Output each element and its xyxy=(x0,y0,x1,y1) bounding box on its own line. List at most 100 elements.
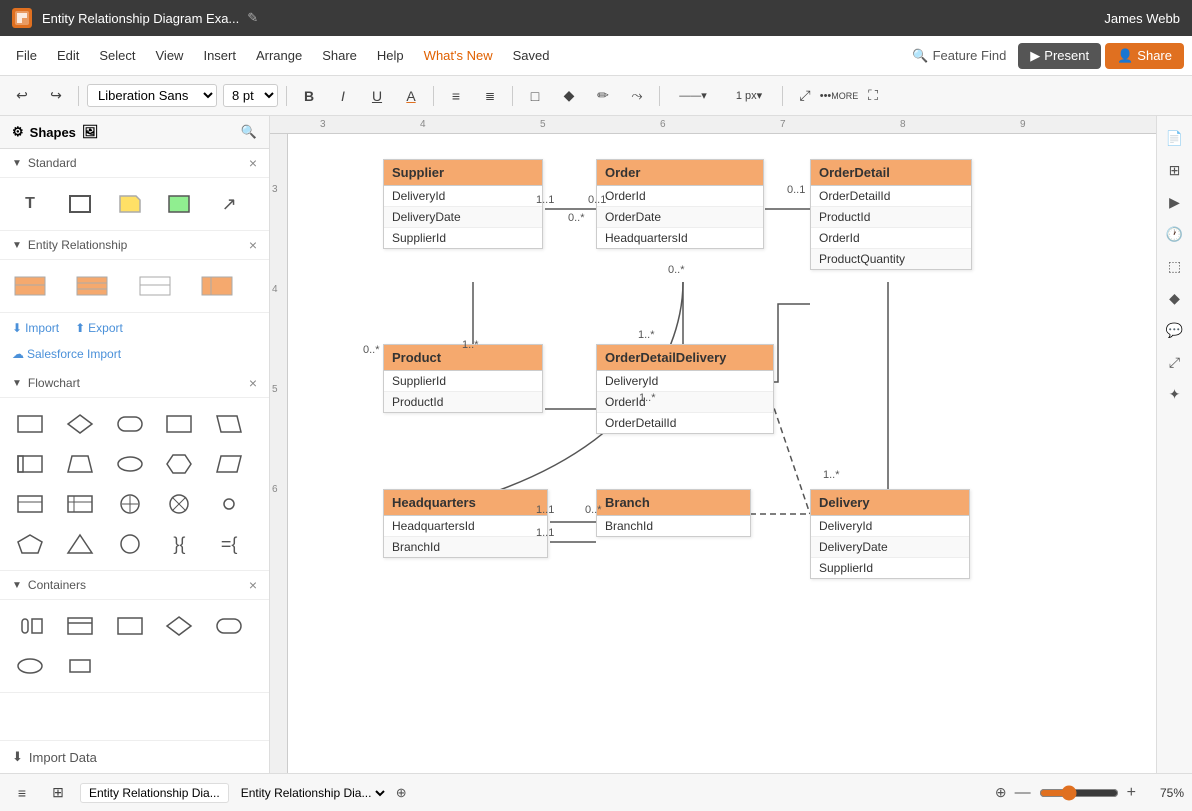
sidebar-image-button[interactable]: 🖼 xyxy=(82,124,99,140)
menu-file[interactable]: File xyxy=(8,44,45,67)
export-link[interactable]: ⬆ Export xyxy=(75,321,123,335)
shape-color-rect[interactable] xyxy=(161,186,197,222)
edit-title-icon[interactable]: ✎ xyxy=(247,10,258,26)
font-size-select[interactable]: 8 pt 10 pt 12 pt xyxy=(223,84,278,107)
diagram-canvas[interactable]: Supplier DeliveryId DeliveryDate Supplie… xyxy=(288,134,1156,773)
menu-share[interactable]: Share xyxy=(314,44,365,67)
salesforce-link[interactable]: ☁ Salesforce Import xyxy=(12,347,257,361)
import-data-row[interactable]: ⬇ Import Data xyxy=(0,740,269,773)
font-family-select[interactable]: Liberation Sans xyxy=(87,84,217,107)
menu-view[interactable]: View xyxy=(148,44,192,67)
section-standard[interactable]: ▼ Standard × xyxy=(0,149,269,178)
right-page-icon[interactable]: 📄 xyxy=(1161,124,1189,152)
fc-rect3[interactable] xyxy=(12,446,48,482)
line-width-select[interactable]: 1 px▾ xyxy=(724,82,774,110)
fc-double[interactable] xyxy=(62,486,98,522)
bold-button[interactable]: B xyxy=(295,82,323,110)
bottom-grid-icon[interactable]: ⊞ xyxy=(44,779,72,807)
fc-rect[interactable] xyxy=(12,406,48,442)
er-shape-4[interactable] xyxy=(199,268,235,304)
shape-style-button[interactable]: □ xyxy=(521,82,549,110)
section-er-close[interactable]: × xyxy=(249,237,257,253)
fc-circle-plus[interactable] xyxy=(112,486,148,522)
section-containers[interactable]: ▼ Containers × xyxy=(0,571,269,600)
right-diamond-icon[interactable]: ◆ xyxy=(1161,284,1189,312)
fc-equals[interactable]: ={ xyxy=(211,526,247,562)
container-band[interactable] xyxy=(62,608,98,644)
share-button[interactable]: 👤 Share xyxy=(1105,43,1184,69)
fc-hex[interactable] xyxy=(161,446,197,482)
entity-orderdetail[interactable]: OrderDetail OrderDetailId ProductId Orde… xyxy=(810,159,972,270)
shape-note[interactable] xyxy=(112,186,148,222)
extra-button[interactable]: ⤢ xyxy=(791,82,819,110)
shape-rect[interactable] xyxy=(62,186,98,222)
fc-diamond[interactable] xyxy=(62,406,98,442)
align-center-button[interactable]: ≣ xyxy=(476,82,504,110)
right-sparkle-icon[interactable]: ✦ xyxy=(1161,380,1189,408)
present-button[interactable]: ▶ Present xyxy=(1018,43,1101,69)
section-standard-close[interactable]: × xyxy=(249,155,257,171)
fc-oval[interactable] xyxy=(112,446,148,482)
fullscreen-button[interactable]: ⛶ xyxy=(859,82,887,110)
menu-whats-new[interactable]: What's New xyxy=(416,44,501,67)
canvas-area[interactable]: 3 4 5 6 7 8 9 3 4 5 6 xyxy=(270,116,1156,773)
fc-triangle[interactable] xyxy=(62,526,98,562)
menu-help[interactable]: Help xyxy=(369,44,412,67)
container-oval[interactable] xyxy=(12,648,48,684)
menu-saved[interactable]: Saved xyxy=(505,44,558,67)
add-page-button[interactable]: ⊕ xyxy=(396,785,407,801)
fc-para2[interactable] xyxy=(211,446,247,482)
fc-parallelogram[interactable] xyxy=(211,406,247,442)
er-shape-1[interactable] xyxy=(12,268,48,304)
fc-circle-x[interactable] xyxy=(161,486,197,522)
fc-curly-open[interactable]: }{ xyxy=(161,526,197,562)
entity-headquarters[interactable]: Headquarters HeadquartersId BranchId xyxy=(383,489,548,558)
font-color-button[interactable]: A xyxy=(397,82,425,110)
undo-button[interactable]: ↩ xyxy=(8,82,36,110)
align-left-button[interactable]: ≡ xyxy=(442,82,470,110)
entity-product[interactable]: Product SupplierId ProductId xyxy=(383,344,543,413)
menu-select[interactable]: Select xyxy=(91,44,143,67)
italic-button[interactable]: I xyxy=(329,82,357,110)
line-color-button[interactable]: ✏ xyxy=(589,82,617,110)
menu-arrange[interactable]: Arrange xyxy=(248,44,310,67)
entity-supplier[interactable]: Supplier DeliveryId DeliveryDate Supplie… xyxy=(383,159,543,249)
right-clock-icon[interactable]: 🕐 xyxy=(1161,220,1189,248)
line-style-select[interactable]: ——▾ xyxy=(668,82,718,110)
section-flowchart[interactable]: ▼ Flowchart × xyxy=(0,369,269,398)
right-layers-icon[interactable]: ⬚ xyxy=(1161,252,1189,280)
right-grid-icon[interactable]: ⊞ xyxy=(1161,156,1189,184)
fc-rect2[interactable] xyxy=(161,406,197,442)
underline-button[interactable]: U xyxy=(363,82,391,110)
section-flowchart-close[interactable]: × xyxy=(249,375,257,391)
page-dropdown[interactable]: Entity Relationship Dia... xyxy=(237,785,388,801)
section-containers-close[interactable]: × xyxy=(249,577,257,593)
container-rect[interactable] xyxy=(112,608,148,644)
container-diamond[interactable] xyxy=(161,608,197,644)
redo-button[interactable]: ↪ xyxy=(42,82,70,110)
connector-button[interactable]: ⤳ xyxy=(623,82,651,110)
zoom-in-button[interactable]: + xyxy=(1123,784,1140,802)
shape-text[interactable]: T xyxy=(12,186,48,222)
container-pill[interactable] xyxy=(12,608,48,644)
fc-trapezoid[interactable] xyxy=(62,446,98,482)
more-button[interactable]: •••MORE xyxy=(825,82,853,110)
container-small-rect[interactable] xyxy=(62,648,98,684)
shape-arrow[interactable]: ↗ xyxy=(211,186,247,222)
import-link[interactable]: ⬇ Import xyxy=(12,321,59,335)
right-play-icon[interactable]: ▶ xyxy=(1161,188,1189,216)
entity-orderdetaildelivery[interactable]: OrderDetailDelivery DeliveryId OrderId O… xyxy=(596,344,774,434)
menu-insert[interactable]: Insert xyxy=(195,44,244,67)
bottom-list-icon[interactable]: ≡ xyxy=(8,779,36,807)
sidebar-search-button[interactable]: 🔍 xyxy=(241,124,257,140)
entity-delivery[interactable]: Delivery DeliveryId DeliveryDate Supplie… xyxy=(810,489,970,579)
fill-color-button[interactable]: ◆ xyxy=(555,82,583,110)
menu-edit[interactable]: Edit xyxy=(49,44,87,67)
zoom-slider[interactable] xyxy=(1039,785,1119,801)
fc-pentagon[interactable] xyxy=(12,526,48,562)
er-shape-2[interactable] xyxy=(74,268,110,304)
entity-order[interactable]: Order OrderId OrderDate HeadquartersId xyxy=(596,159,764,249)
entity-branch[interactable]: Branch BranchId xyxy=(596,489,751,537)
zoom-out-button[interactable]: — xyxy=(1011,784,1035,802)
fc-circle2[interactable] xyxy=(112,526,148,562)
